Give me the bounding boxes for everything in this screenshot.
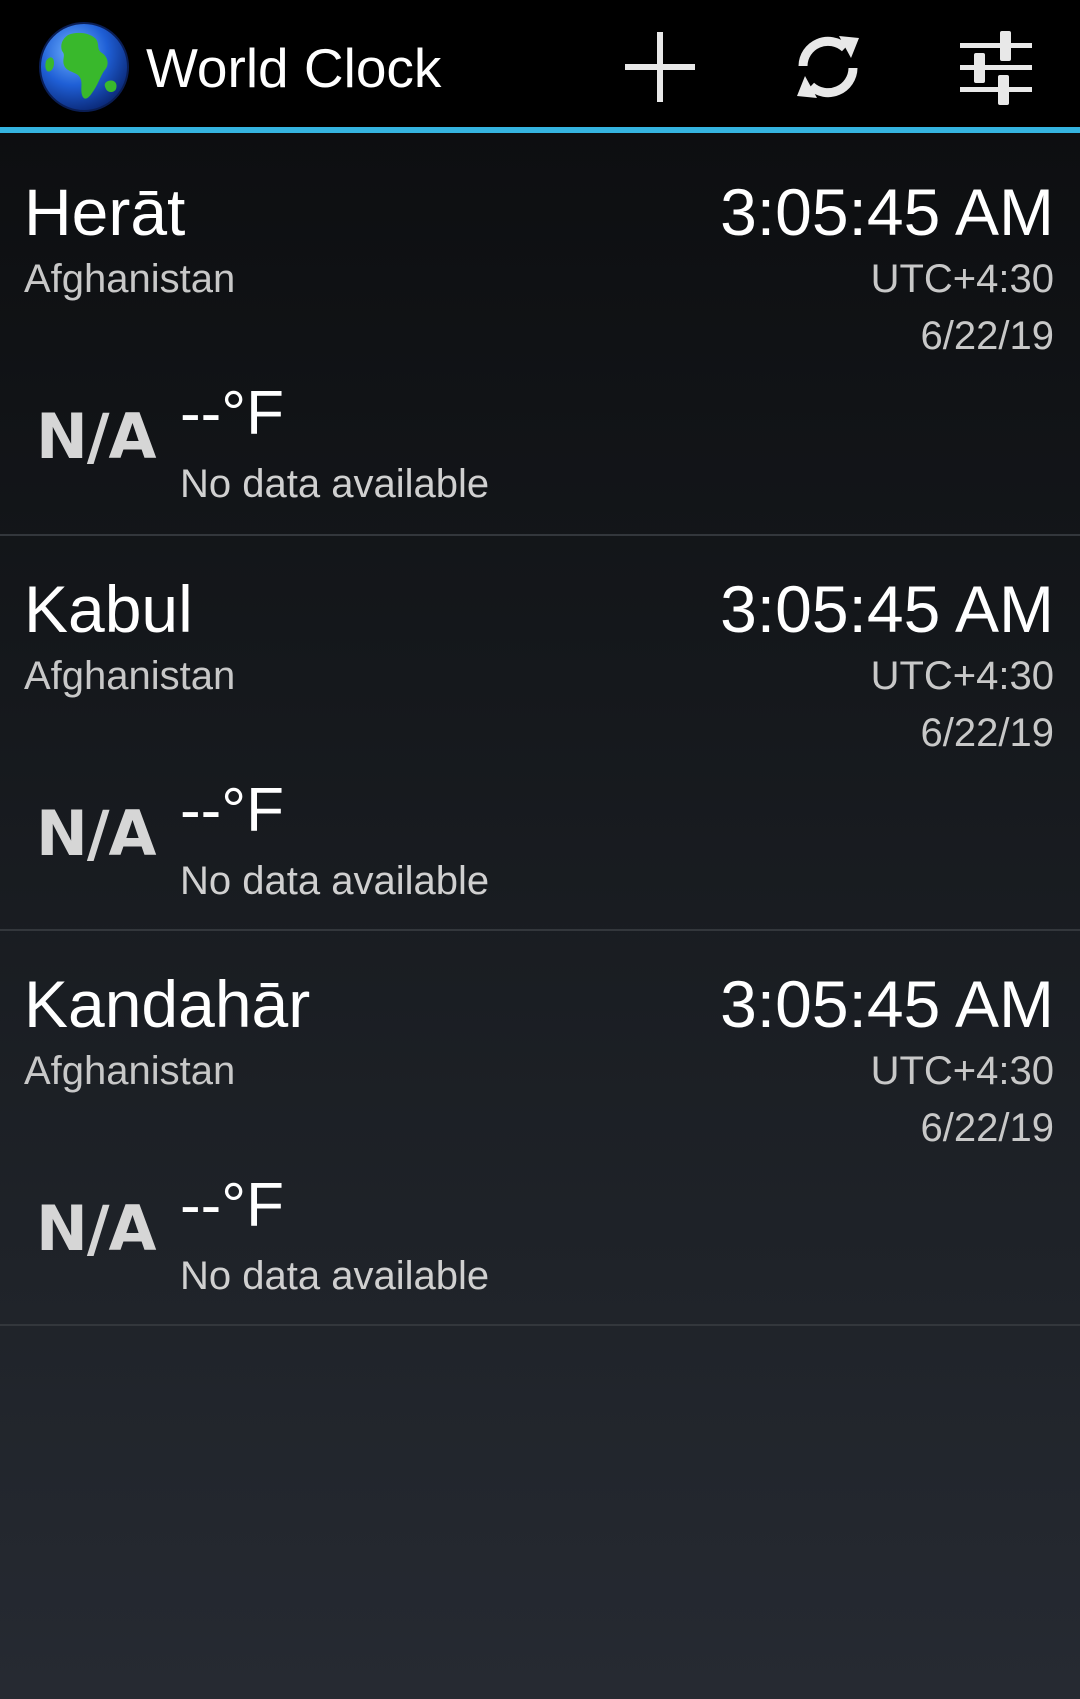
refresh-button[interactable] (778, 22, 878, 112)
action-bar: World Clock (0, 0, 1080, 133)
utc-offset: UTC+4:30 (870, 257, 1054, 301)
temperature: --°F (180, 1171, 284, 1240)
local-date: 6/22/19 (920, 711, 1054, 755)
weather-condition: No data available (180, 859, 490, 903)
weather-condition: No data available (180, 462, 490, 506)
sliders-icon (960, 31, 1032, 105)
country-name: Afghanistan (24, 1049, 236, 1093)
temperature: --°F (180, 776, 284, 845)
city-name: Herāt (24, 175, 186, 249)
local-time: 3:05:45 AM (720, 175, 1054, 249)
city-list: Herāt Afghanistan 3:05:45 AM UTC+4:30 6/… (0, 139, 1080, 1326)
city-item[interactable]: Herāt Afghanistan 3:05:45 AM UTC+4:30 6/… (0, 139, 1080, 536)
add-city-button[interactable] (610, 22, 710, 112)
weather-condition: No data available (180, 1254, 490, 1298)
weather-na-icon: N/A (36, 797, 157, 870)
country-name: Afghanistan (24, 257, 236, 301)
utc-offset: UTC+4:30 (870, 1049, 1054, 1093)
local-time: 3:05:45 AM (720, 572, 1054, 646)
weather-na-icon: N/A (36, 400, 157, 473)
settings-button[interactable] (946, 22, 1046, 112)
utc-offset: UTC+4:30 (870, 654, 1054, 698)
city-item[interactable]: Kandahār Afghanistan 3:05:45 AM UTC+4:30… (0, 931, 1080, 1326)
weather-na-icon: N/A (36, 1192, 157, 1265)
city-name: Kabul (24, 572, 193, 646)
plus-icon (625, 32, 695, 102)
app-title: World Clock (146, 37, 442, 99)
city-item[interactable]: Kabul Afghanistan 3:05:45 AM UTC+4:30 6/… (0, 536, 1080, 931)
globe-icon[interactable] (38, 21, 130, 113)
local-date: 6/22/19 (920, 314, 1054, 358)
country-name: Afghanistan (24, 654, 236, 698)
temperature: --°F (180, 379, 284, 448)
refresh-icon (797, 36, 859, 98)
local-time: 3:05:45 AM (720, 967, 1054, 1041)
city-name: Kandahār (24, 967, 311, 1041)
local-date: 6/22/19 (920, 1106, 1054, 1150)
